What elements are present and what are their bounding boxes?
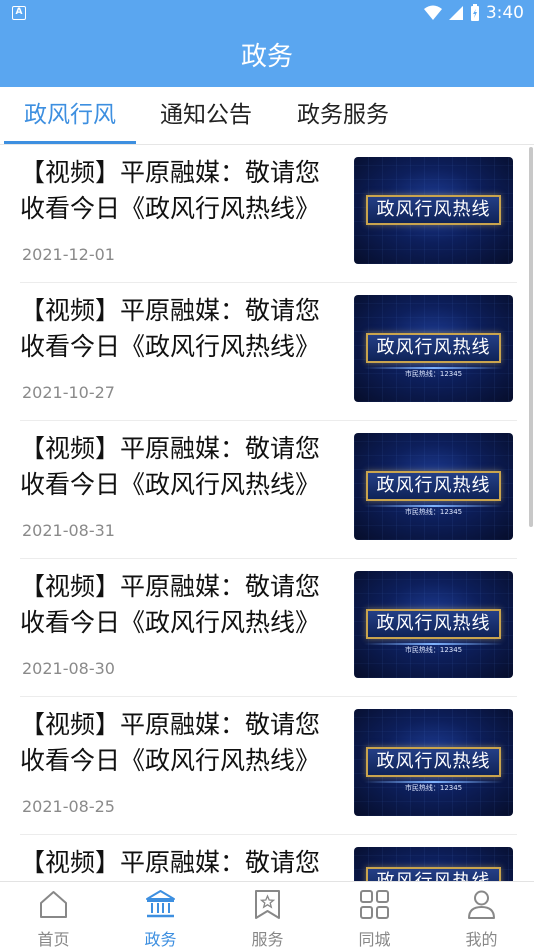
tab-zhengfeng[interactable]: 政风行风 (4, 87, 136, 144)
thumbnail-subtext: 市民热线：12345 (404, 508, 463, 516)
bottom-navigation: 首页 政务 服务 同城 我的 (0, 881, 534, 950)
list-item[interactable]: 【视频】平原融媒：敬请您收看今日《政风行风热线》 2021-12-01 政风行风… (20, 145, 517, 283)
nav-local[interactable]: 同城 (321, 882, 428, 950)
nav-local-label: 同城 (358, 930, 391, 949)
article-date: 2021-08-30 (22, 659, 115, 678)
thumbnail-subtext: 市民热线：12345 (404, 646, 463, 654)
page-title: 政务 (0, 28, 534, 87)
tab-gov-services[interactable]: 政务服务 (282, 87, 404, 144)
article-title: 【视频】平原融媒：敬请您收看今日《政风行风热线》 (20, 434, 321, 499)
nav-government-label: 政务 (144, 930, 177, 949)
article-title: 【视频】平原融媒：敬请您收看今日《政风行风热线》 (20, 710, 321, 775)
nav-services-label: 服务 (251, 930, 284, 949)
article-thumbnail: 政风行风热线 市民热线：12345 (354, 571, 513, 678)
tab-bar: 政风行风 通知公告 政务服务 (0, 87, 534, 144)
article-thumbnail: 政风行风热线 (354, 847, 513, 881)
article-title: 【视频】平原融媒：敬请您收看今日《政风行风热线》 (20, 296, 321, 361)
thumbnail-banner-text: 政风行风热线 (366, 609, 501, 639)
list-item[interactable]: 【视频】平原融媒：敬请您 政风行风热线 (20, 835, 517, 881)
nav-home-label: 首页 (37, 930, 70, 949)
article-thumbnail: 政风行风热线 市民热线：12345 (354, 433, 513, 540)
status-time: 3:40 (485, 3, 524, 23)
article-thumbnail: 政风行风热线 市民热线：12345 (354, 295, 513, 402)
nav-profile[interactable]: 我的 (428, 882, 534, 950)
government-building-icon (146, 890, 175, 918)
thumbnail-subtext: 市民热线：12345 (404, 370, 463, 378)
article-title: 【视频】平原融媒：敬请您收看今日《政风行风热线》 (20, 158, 321, 223)
list-item[interactable]: 【视频】平原融媒：敬请您收看今日《政风行风热线》 2021-08-31 政风行风… (20, 421, 517, 559)
battery-icon (470, 4, 479, 21)
article-thumbnail: 政风行风热线 (354, 157, 513, 264)
article-title: 【视频】平原融媒：敬请您收看今日《政风行风热线》 (20, 572, 321, 637)
scrollbar[interactable] (529, 147, 533, 527)
article-title: 【视频】平原融媒：敬请您 (20, 848, 321, 877)
nav-government[interactable]: 政务 (107, 882, 214, 950)
signal-icon (448, 6, 463, 20)
article-date: 2021-10-27 (22, 383, 115, 402)
article-list[interactable]: 【视频】平原融媒：敬请您收看今日《政风行风热线》 2021-12-01 政风行风… (0, 145, 534, 881)
status-bar: A 3:40 (0, 0, 534, 28)
tab-notices[interactable]: 通知公告 (146, 87, 266, 144)
thumbnail-banner-text: 政风行风热线 (366, 471, 501, 501)
nav-services[interactable]: 服务 (214, 882, 321, 950)
home-icon (40, 891, 67, 918)
nav-home[interactable]: 首页 (0, 882, 107, 950)
list-item[interactable]: 【视频】平原融媒：敬请您收看今日《政风行风热线》 2021-08-25 政风行风… (20, 697, 517, 835)
grid-apps-icon (360, 890, 389, 919)
nav-profile-label: 我的 (465, 930, 498, 949)
thumbnail-banner-text: 政风行风热线 (366, 333, 501, 363)
thumbnail-subtext: 市民热线：12345 (404, 784, 463, 792)
article-thumbnail: 政风行风热线 市民热线：12345 (354, 709, 513, 816)
list-item[interactable]: 【视频】平原融媒：敬请您收看今日《政风行风热线》 2021-08-30 政风行风… (20, 559, 517, 697)
article-date: 2021-12-01 (22, 245, 115, 264)
user-icon (468, 890, 495, 919)
list-item[interactable]: 【视频】平原融媒：敬请您收看今日《政风行风热线》 2021-10-27 政风行风… (20, 283, 517, 421)
thumbnail-banner-text: 政风行风热线 (366, 867, 501, 881)
article-date: 2021-08-31 (22, 521, 115, 540)
thumbnail-banner-text: 政风行风热线 (366, 195, 501, 225)
thumbnail-banner-text: 政风行风热线 (366, 747, 501, 777)
article-date: 2021-08-25 (22, 797, 115, 816)
notification-icon: A (12, 6, 26, 20)
wifi-icon (423, 5, 442, 20)
star-bookmark-icon (255, 890, 280, 919)
